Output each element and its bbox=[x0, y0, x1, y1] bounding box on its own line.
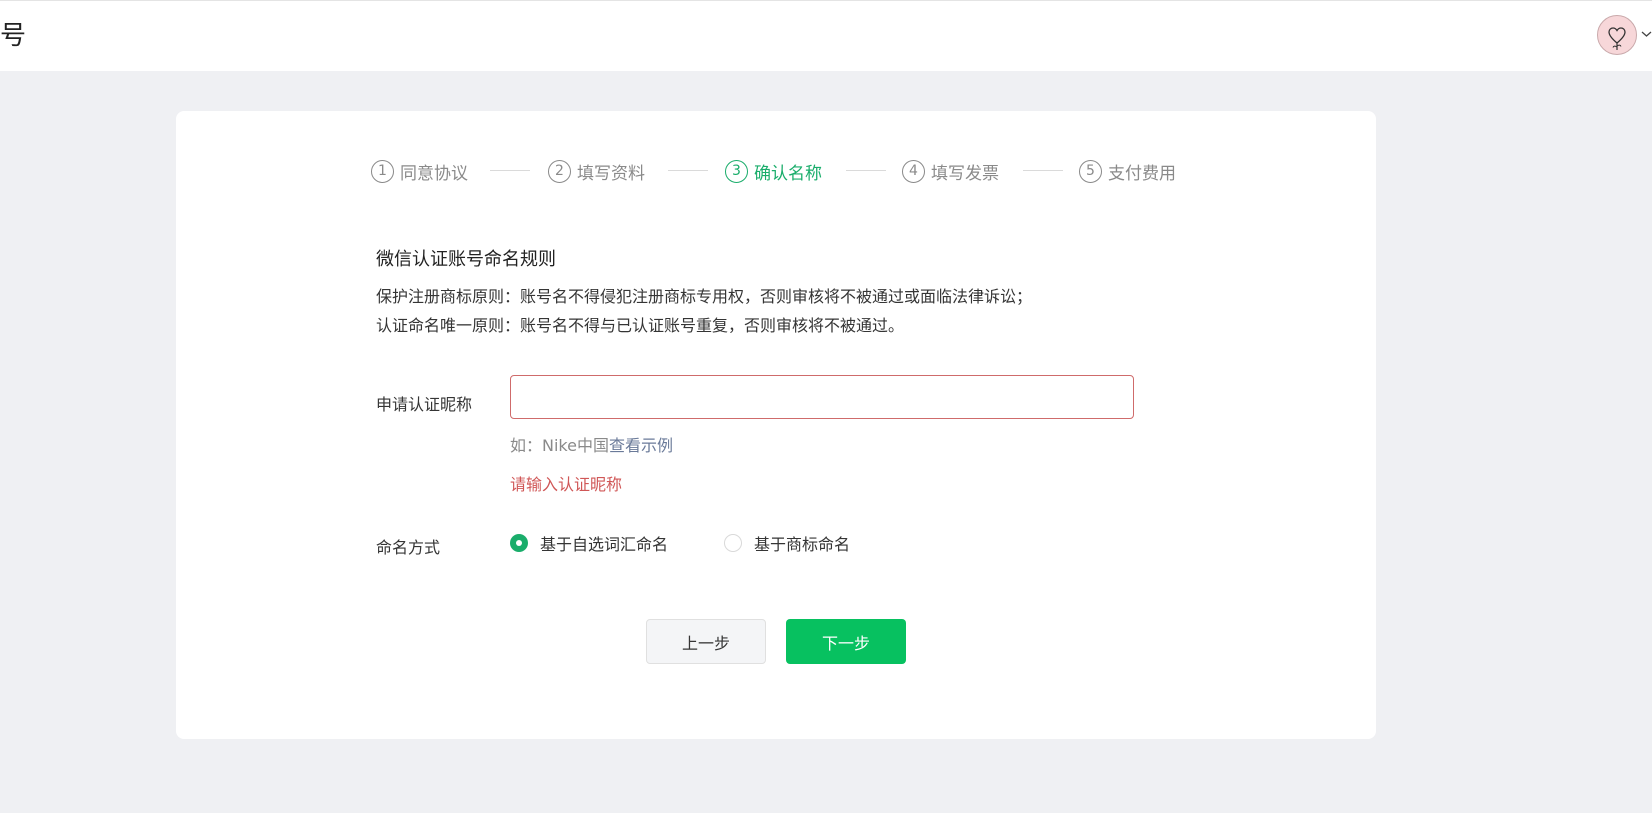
step-divider bbox=[490, 170, 530, 171]
step-label: 确认名称 bbox=[754, 163, 822, 184]
step-5: 5 支付费用 bbox=[1079, 158, 1176, 184]
step-divider bbox=[1023, 170, 1063, 171]
step-number: 2 bbox=[548, 159, 571, 183]
radio-custom-words[interactable]: 基于自选词汇命名 bbox=[510, 531, 668, 555]
main-card: 1 同意协议 2 填写资料 3 确认名称 4 填写发票 5 支付费用 微信认证账… bbox=[176, 111, 1376, 739]
step-3: 3 确认名称 bbox=[725, 158, 822, 184]
step-number: 5 bbox=[1079, 159, 1102, 183]
step-number: 3 bbox=[725, 159, 748, 183]
radio-checked-icon[interactable] bbox=[510, 534, 528, 552]
step-number: 4 bbox=[902, 159, 925, 183]
user-avatar[interactable] bbox=[1597, 15, 1637, 55]
rule-unique: 认证命名唯一原则：账号名不得与已认证账号重复，否则审核将不被通过。 bbox=[376, 316, 905, 335]
step-label: 支付费用 bbox=[1108, 163, 1176, 184]
top-bar: 号 bbox=[0, 0, 1652, 71]
view-example-link[interactable]: 查看示例 bbox=[609, 436, 673, 455]
step-indicator: 1 同意协议 2 填写资料 3 确认名称 4 填写发票 5 支付费用 bbox=[176, 111, 1376, 184]
step-label: 填写发票 bbox=[931, 163, 999, 184]
step-divider bbox=[668, 170, 708, 171]
naming-method-label: 命名方式 bbox=[376, 538, 441, 557]
step-label: 同意协议 bbox=[400, 163, 468, 184]
next-step-button[interactable]: 下一步 bbox=[786, 619, 906, 664]
step-label: 填写资料 bbox=[577, 163, 645, 184]
flower-heart-icon bbox=[1608, 27, 1626, 50]
chevron-down-icon[interactable] bbox=[1641, 29, 1652, 39]
nickname-hint: 如：Nike中国查看示例 bbox=[510, 432, 673, 456]
prev-step-button[interactable]: 上一步 bbox=[646, 619, 766, 664]
radio-trademark[interactable]: 基于商标命名 bbox=[724, 531, 850, 555]
step-divider bbox=[846, 170, 886, 171]
radio-label: 基于商标命名 bbox=[754, 535, 851, 554]
nickname-input[interactable] bbox=[510, 375, 1134, 419]
nickname-error: 请输入认证昵称 bbox=[510, 475, 623, 494]
rules-title: 微信认证账号命名规则 bbox=[376, 249, 556, 270]
hint-example: 如：Nike中国 bbox=[510, 436, 609, 455]
radio-label: 基于自选词汇命名 bbox=[540, 535, 669, 554]
radio-unchecked-icon[interactable] bbox=[724, 534, 742, 552]
rule-trademark: 保护注册商标原则：账号名不得侵犯注册商标专用权，否则审核将不被通过或面临法律诉讼… bbox=[376, 287, 1033, 306]
step-1: 1 同意协议 bbox=[371, 158, 468, 184]
step-2: 2 填写资料 bbox=[548, 158, 645, 184]
page-title: 号 bbox=[0, 21, 27, 51]
step-4: 4 填写发票 bbox=[902, 158, 999, 184]
step-number: 1 bbox=[371, 159, 394, 183]
nickname-label: 申请认证昵称 bbox=[376, 395, 473, 414]
